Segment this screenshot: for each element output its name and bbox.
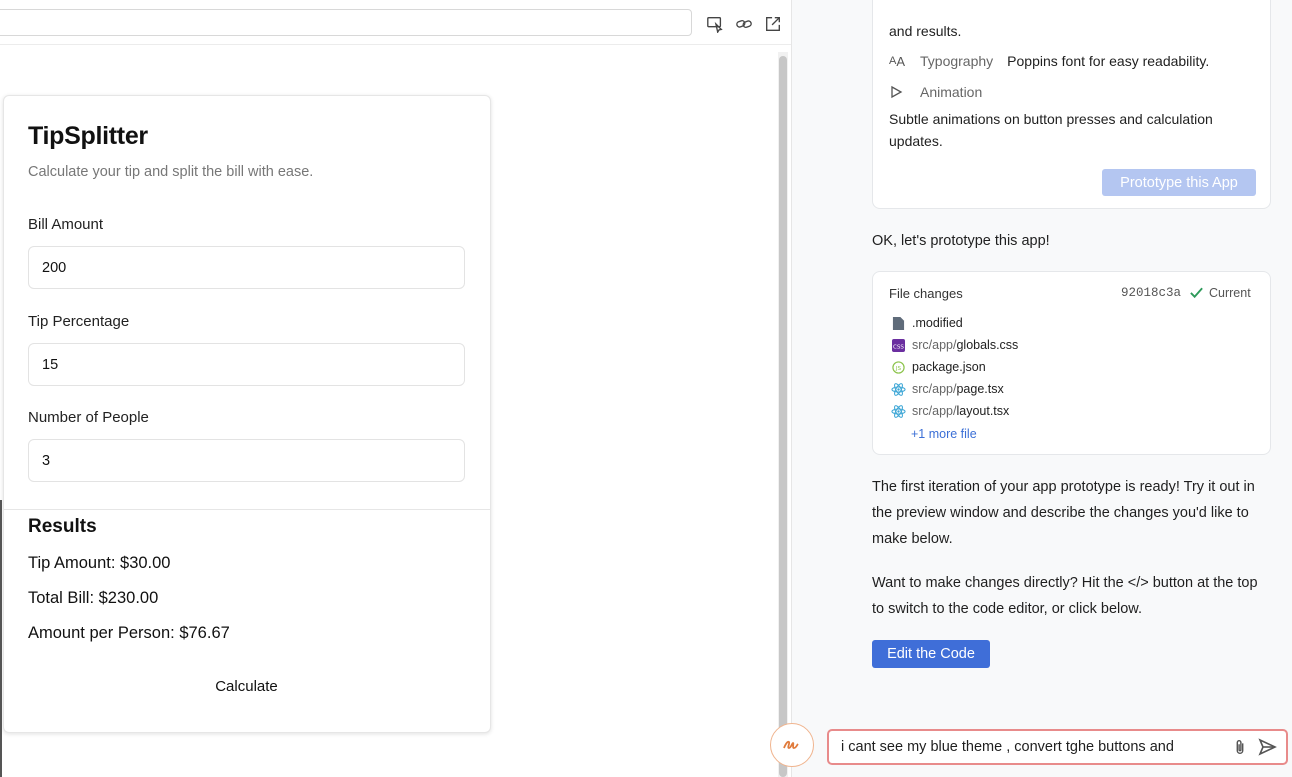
preview-url-bar[interactable] (0, 9, 692, 36)
spark-icon (783, 740, 799, 749)
link-icon[interactable] (733, 13, 754, 34)
play-icon (889, 85, 909, 99)
file-row[interactable]: src/app/layout.tsx (890, 403, 1009, 419)
app-blueprint-card: and results. AA Typography Poppins font … (872, 0, 1271, 209)
file-row[interactable]: JS package.json (890, 359, 986, 375)
animation-label: Animation (920, 84, 983, 100)
file-row[interactable]: CSS src/app/globals.css (890, 337, 1018, 353)
react-icon (890, 381, 906, 397)
card-divider (4, 509, 490, 510)
number-of-people-label: Number of People (28, 409, 149, 426)
file-changes-title: File changes (889, 286, 963, 301)
check-icon (1190, 287, 1203, 299)
tip-percentage-input[interactable] (28, 343, 465, 386)
chat-pane: and results. AA Typography Poppins font … (770, 0, 1292, 777)
preview-scrollbar-thumb[interactable] (779, 56, 787, 777)
json-icon: JS (890, 359, 906, 375)
blueprint-text: and results. (889, 23, 962, 39)
file-row[interactable]: src/app/page.tsx (890, 381, 1004, 397)
edit-directly-message: Want to make changes directly? Hit the <… (872, 575, 1258, 617)
assistant-avatar (770, 723, 814, 767)
prototype-app-button[interactable]: Prototype this App (1102, 169, 1256, 196)
open-external-icon[interactable] (762, 13, 783, 34)
tip-amount-result: Tip Amount: $30.00 (28, 554, 171, 572)
prototype-ready-message: The first iteration of your app prototyp… (872, 479, 1255, 547)
amount-per-person-result: Amount per Person: $76.67 (28, 624, 230, 642)
send-icon[interactable] (1257, 737, 1277, 757)
preview-toolbar (704, 13, 783, 34)
number-of-people-input[interactable] (28, 439, 465, 482)
file-changes-card: File changes 92018c3a Current .modified … (872, 271, 1271, 455)
toolbar-divider (0, 44, 792, 45)
results-title: Results (28, 516, 97, 537)
prototype-message: OK, let's prototype this app! (872, 233, 1050, 249)
typography-label: Typography (920, 53, 994, 69)
file-icon (890, 315, 906, 331)
left-edge-line (0, 500, 2, 777)
blueprint-typography-row: AA Typography Poppins font for easy read… (889, 53, 1209, 69)
app-subtitle: Calculate your tip and split the bill wi… (28, 164, 314, 180)
app-title: TipSplitter (28, 122, 148, 150)
preview-pane: TipSplitter Calculate your tip and split… (0, 0, 792, 777)
chat-input[interactable] (841, 731, 1191, 763)
current-status-label: Current (1209, 285, 1251, 300)
more-files-link[interactable]: +1 more file (911, 427, 977, 441)
chat-input-box (827, 729, 1288, 765)
typography-icon: AA (889, 53, 906, 69)
commit-hash: 92018c3a (1121, 286, 1182, 300)
file-row[interactable]: .modified (890, 315, 963, 331)
react-icon (890, 403, 906, 419)
bill-amount-label: Bill Amount (28, 216, 104, 233)
svg-text:CSS: CSS (893, 344, 904, 350)
edit-code-button[interactable]: Edit the Code (872, 640, 990, 668)
typography-value: Poppins font for easy readability. (1007, 53, 1210, 69)
animation-value: Subtle animations on button presses and … (889, 111, 1213, 149)
select-element-icon[interactable] (704, 13, 725, 34)
svg-text:JS: JS (894, 365, 901, 371)
tipsplitter-card: TipSplitter Calculate your tip and split… (3, 95, 491, 733)
calculate-button[interactable]: Calculate (144, 673, 349, 699)
blueprint-animation-row: Animation (889, 84, 982, 100)
attach-icon[interactable] (1231, 738, 1249, 756)
current-status: Current (1189, 285, 1251, 300)
css-icon: CSS (890, 337, 906, 353)
bill-amount-input[interactable] (28, 246, 465, 289)
total-bill-result: Total Bill: $230.00 (28, 589, 159, 607)
tip-percentage-label: Tip Percentage (28, 313, 130, 330)
